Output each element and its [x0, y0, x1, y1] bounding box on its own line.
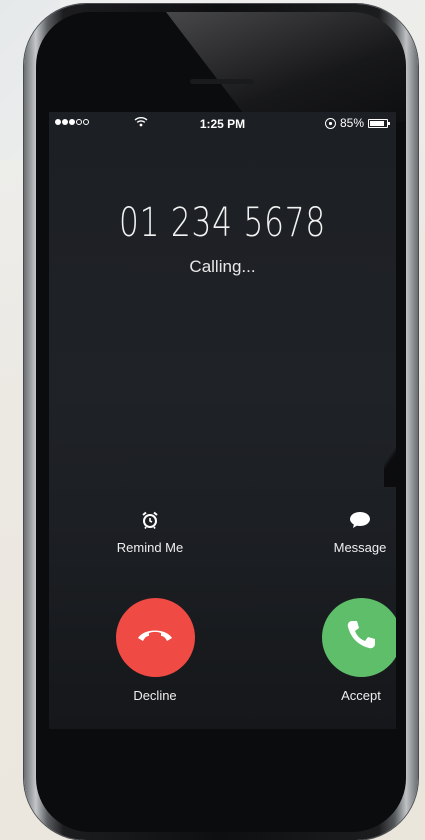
phone-screen: 1:25 PM 85% 01 234 5678 Calling... Remin… [49, 112, 396, 729]
hang-up-icon [136, 626, 174, 649]
remind-me-label: Remind Me [116, 540, 184, 555]
glass-glare [166, 12, 406, 122]
phone-handset-icon [344, 618, 378, 657]
accept-button[interactable]: Accept [301, 598, 396, 703]
message-button[interactable]: Message [305, 511, 396, 555]
decline-label: Decline [133, 688, 177, 703]
phone-body: 1:25 PM 85% 01 234 5678 Calling... Remin… [36, 12, 406, 832]
status-bar: 1:25 PM 85% [49, 112, 396, 132]
speech-bubble-icon [349, 512, 371, 533]
message-label: Message [333, 540, 387, 555]
decline-circle[interactable] [115, 598, 195, 677]
accept-label: Accept [341, 688, 381, 703]
decline-button[interactable]: Decline [95, 598, 215, 703]
remind-me-button[interactable]: Remind Me [95, 511, 205, 555]
rotation-lock-icon [324, 117, 336, 129]
status-right-group: 85% [324, 116, 390, 130]
earpiece-speaker [190, 79, 254, 84]
phone-frame: 1:25 PM 85% 01 234 5678 Calling... Remin… [24, 4, 418, 840]
caller-number: 01 234 5678 [118, 200, 327, 246]
battery-fill [370, 120, 384, 126]
battery-icon [368, 118, 390, 128]
call-status: Calling... [189, 257, 256, 276]
accept-circle[interactable] [321, 598, 396, 677]
screen-reflection-edge [384, 427, 396, 487]
alarm-clock-icon [141, 511, 159, 533]
battery-percentage: 85% [339, 116, 364, 130]
